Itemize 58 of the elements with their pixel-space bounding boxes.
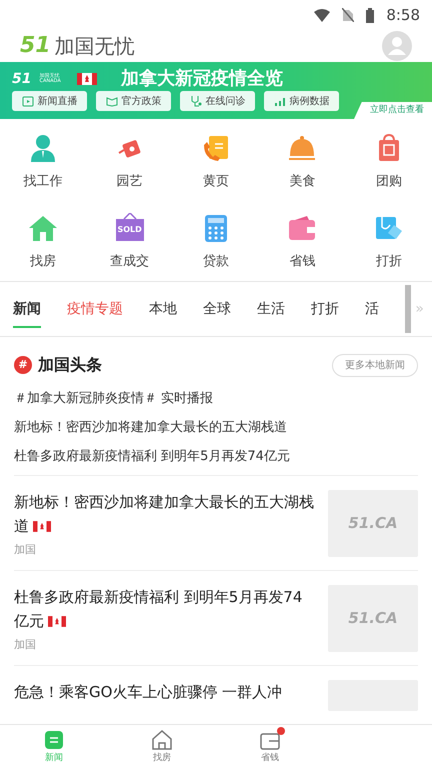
headline-link[interactable]: 杜鲁多政府最新疫情福利 到明年5月再发74亿元	[14, 449, 418, 465]
thumbnail-placeholder: 51.CA	[328, 585, 418, 652]
tab[interactable]: 疫情专题	[67, 282, 123, 336]
shortcut-item[interactable]: 贷款	[172, 212, 260, 271]
house-icon	[151, 728, 173, 751]
tab[interactable]: 打折	[311, 282, 339, 336]
headline-link[interactable]: 新地标！密西沙加将建加拿大最长的五大湖栈道	[14, 420, 418, 436]
tv-icon	[22, 95, 34, 107]
avatar-icon	[382, 31, 412, 61]
clock: 8:58	[386, 4, 420, 26]
tab[interactable]: 全球	[203, 282, 231, 336]
sold-sign: SOLD	[116, 218, 144, 240]
shortcut-item[interactable]: 找房	[0, 212, 86, 271]
shortcut-item[interactable]: SOLD 查成交	[86, 212, 173, 271]
brand-mark: 51	[12, 72, 32, 86]
news-title: 危急！乘客GO火车上心脏骤停 一群人冲	[14, 682, 284, 703]
hashtag-badge: #	[14, 356, 32, 374]
news-source: 加国	[14, 637, 37, 653]
nav-tab[interactable]: 省钱	[216, 725, 324, 769]
tab-scroll-shade	[405, 285, 412, 333]
hanger-icon	[122, 212, 137, 218]
chart-icon	[274, 95, 286, 107]
banner-chip[interactable]: 新闻直播	[12, 91, 87, 111]
shortcut-item[interactable]: 找工作	[0, 133, 86, 192]
news-icon	[43, 728, 65, 751]
news-item[interactable]: 杜鲁多政府最新疫情福利 到明年5月再发74亿元 加国 51.CA	[14, 570, 418, 665]
more-news-button[interactable]: 更多本地新闻	[332, 354, 418, 376]
app-title: 加国无忧	[54, 33, 135, 60]
banner-chip[interactable]: 病例数据	[264, 91, 339, 111]
banner-title: 加拿大新冠疫情全览	[120, 70, 283, 88]
shortcut-item[interactable]: 园艺	[86, 133, 173, 192]
banner-chip[interactable]: 在线问诊	[180, 91, 255, 111]
thumbnail-placeholder: 51.CA	[328, 490, 418, 557]
tab[interactable]: 新闻	[13, 282, 41, 336]
canada-flag-icon	[76, 73, 97, 85]
shortcut-item[interactable]: 黄页	[172, 133, 260, 192]
news-title: 杜鲁多政府最新疫情福利 到明年5月再发74亿元	[14, 587, 304, 632]
news-item[interactable]: 新地标！密西沙加将建加拿大最长的五大湖栈道 加国 51.CA	[14, 475, 418, 570]
shortcut-item[interactable]: 美食	[259, 133, 346, 192]
wifi-icon	[314, 8, 330, 22]
stetho-icon	[190, 95, 202, 107]
tab[interactable]: 活	[365, 282, 379, 336]
battery-icon	[366, 8, 374, 22]
nav-tab[interactable]: 找房	[108, 725, 216, 769]
book-icon	[106, 95, 118, 107]
news-title: 新地标！密西沙加将建加拿大最长的五大湖栈道	[14, 492, 315, 537]
food-cloche-icon	[287, 133, 318, 163]
no-sim-icon	[342, 8, 354, 22]
shortcut-item[interactable]: 团购	[346, 133, 432, 192]
tab[interactable]: 生活	[257, 282, 285, 336]
section-title: 加国头条	[38, 354, 102, 376]
shortcut-item[interactable]: 省钱	[259, 212, 346, 271]
shortcut-item[interactable]: 打折	[346, 212, 432, 271]
banner-chip[interactable]: 官方政策	[96, 91, 171, 111]
headline-link[interactable]: ＃加拿大新冠肺炎疫情＃ 实时播报	[14, 391, 418, 407]
news-source: 加国	[14, 542, 37, 558]
logo-mark: 51	[20, 35, 51, 57]
tab[interactable]: 本地	[149, 282, 177, 336]
